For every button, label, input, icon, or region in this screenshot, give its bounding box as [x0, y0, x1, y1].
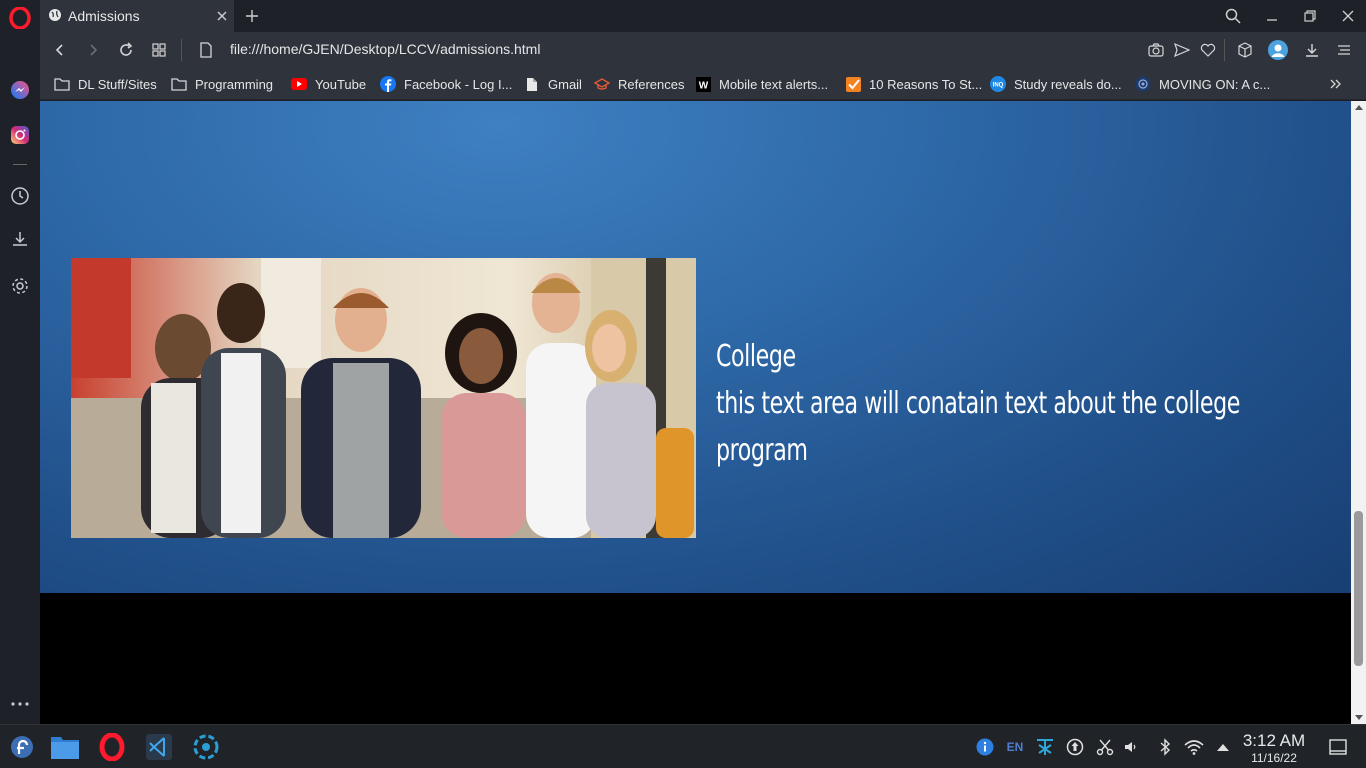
forward-arrow-icon[interactable] — [81, 38, 105, 62]
bookmark-label: YouTube — [315, 76, 367, 92]
bookmark-label: Gmail — [548, 76, 582, 92]
kde-connect-icon[interactable] — [1035, 737, 1055, 757]
svg-text:W: W — [698, 80, 708, 91]
kde-app-icon[interactable] — [190, 731, 222, 763]
bookmark-label: MOVING ON: A c... — [1159, 76, 1271, 92]
instagram-icon[interactable] — [8, 123, 32, 147]
more-dots-icon[interactable] — [8, 692, 32, 716]
checkbox-icon — [845, 76, 861, 92]
file-manager-icon[interactable] — [49, 731, 81, 763]
bookmark-label: Mobile text alerts... — [719, 76, 829, 92]
tab-title: Admissions — [68, 8, 140, 24]
page-scrollbar[interactable] — [1351, 101, 1366, 724]
bookmark-references[interactable]: References — [594, 74, 684, 94]
scroll-down-arrow-icon[interactable] — [1351, 712, 1366, 724]
profile-avatar-icon[interactable] — [1266, 38, 1290, 62]
settings-gear-icon[interactable] — [8, 274, 32, 298]
close-window-icon[interactable] — [1336, 4, 1360, 28]
address-toolbar: file:///home/GJEN/Desktop/LCCV/admission… — [40, 32, 1366, 68]
bookmark-moving-on[interactable]: MOVING ON: A c... — [1135, 74, 1270, 94]
opera-sidebar — [0, 0, 40, 724]
bookmark-label: References — [618, 76, 685, 92]
new-tab-plus-icon[interactable] — [240, 4, 264, 28]
tray-expand-arrow-icon[interactable] — [1213, 737, 1233, 757]
section-title: College — [716, 339, 796, 374]
circle-logo-icon: INQ — [990, 76, 1006, 92]
search-icon[interactable] — [1221, 4, 1245, 28]
page-file-icon — [194, 38, 218, 62]
cube-extensions-icon[interactable] — [1233, 38, 1257, 62]
bookmark-mobile-text-alerts[interactable]: W Mobile text alerts... — [695, 74, 828, 94]
graduation-cap-icon — [594, 76, 610, 92]
tab-admissions[interactable]: Admissions — [40, 0, 234, 32]
seal-icon — [1135, 76, 1151, 92]
volume-icon[interactable] — [1121, 737, 1141, 757]
bookmark-gmail[interactable]: Gmail — [524, 74, 582, 94]
vscode-icon[interactable] — [143, 731, 175, 763]
info-icon[interactable] — [975, 737, 995, 757]
history-icon[interactable] — [8, 184, 32, 208]
easy-setup-menu-icon[interactable] — [1332, 38, 1356, 62]
bookmark-youtube[interactable]: YouTube — [291, 74, 366, 94]
college-description: College this text area will conatain tex… — [716, 333, 1290, 474]
youtube-icon — [291, 76, 307, 92]
back-arrow-icon[interactable] — [48, 38, 72, 62]
tab-strip: Admissions — [40, 0, 1366, 32]
bookmark-label: Facebook - Log I... — [404, 76, 513, 92]
clock[interactable]: 3:12 AM 11/16/22 — [1236, 731, 1312, 765]
tab-grid-icon[interactable] — [147, 38, 171, 62]
heart-icon[interactable] — [1196, 38, 1220, 62]
minimize-icon[interactable] — [1260, 4, 1284, 28]
opera-taskbar-icon[interactable] — [96, 731, 128, 763]
bookmark-label: 10 Reasons To St... — [869, 76, 983, 92]
system-taskbar: EN 3:12 AM 11/16/22 — [0, 724, 1366, 768]
folder-icon — [171, 76, 187, 92]
students-photo — [71, 258, 696, 538]
svg-text:INQ: INQ — [993, 83, 1004, 89]
clock-date: 11/16/22 — [1251, 751, 1297, 765]
college-section: College this text area will conatain tex… — [40, 101, 1351, 593]
show-desktop-icon[interactable] — [1328, 737, 1348, 757]
wifi-icon[interactable] — [1184, 737, 1204, 757]
folder-icon — [54, 76, 70, 92]
download-icon[interactable] — [1300, 38, 1324, 62]
messenger-icon[interactable] — [8, 78, 32, 102]
fedora-menu-icon[interactable] — [6, 731, 38, 763]
page-viewport: College this text area will conatain tex… — [40, 101, 1351, 724]
scrollbar-thumb[interactable] — [1354, 511, 1363, 666]
bluetooth-icon[interactable] — [1155, 737, 1175, 757]
opera-logo-icon[interactable] — [8, 6, 32, 30]
send-arrow-icon[interactable] — [1170, 38, 1194, 62]
camera-snapshot-icon[interactable] — [1144, 38, 1168, 62]
w-logo-icon: W — [695, 76, 711, 92]
downloads-icon[interactable] — [8, 227, 32, 251]
update-notifier-icon[interactable] — [1065, 737, 1085, 757]
bookmark-programming[interactable]: Programming — [171, 74, 273, 94]
keyboard-layout-indicator[interactable]: EN — [1005, 737, 1025, 757]
scissors-icon[interactable] — [1095, 737, 1115, 757]
bookmark-10-reasons[interactable]: 10 Reasons To St... — [845, 74, 982, 94]
bookmarks-bar: DL Stuff/Sites Programming YouTube Faceb… — [40, 68, 1366, 100]
bookmark-label: Study reveals do... — [1014, 76, 1122, 92]
reload-icon[interactable] — [114, 38, 138, 62]
sidebar-divider — [13, 164, 27, 165]
scroll-up-arrow-icon[interactable] — [1351, 101, 1366, 113]
toolbar-divider-right — [1224, 39, 1225, 61]
bookmark-facebook[interactable]: Facebook - Log I... — [380, 74, 512, 94]
bookmark-label: Programming — [195, 76, 274, 92]
toolbar-divider — [181, 39, 182, 61]
facebook-icon — [380, 76, 396, 92]
address-input[interactable]: file:///home/GJEN/Desktop/LCCV/admission… — [230, 41, 540, 57]
section-body: this text area will conatain text about … — [716, 386, 1240, 468]
bookmark-label: DL Stuff/Sites — [78, 76, 157, 92]
bookmark-study-reveals[interactable]: INQ Study reveals do... — [990, 74, 1122, 94]
chevron-double-right-icon[interactable] — [1326, 74, 1346, 94]
page-icon — [524, 76, 540, 92]
clock-time: 3:12 AM — [1242, 731, 1306, 750]
tab-close-icon[interactable] — [210, 4, 234, 28]
bookmark-dl-stuff[interactable]: DL Stuff/Sites — [54, 74, 157, 94]
restore-icon[interactable] — [1298, 4, 1322, 28]
globe-icon — [48, 8, 62, 25]
